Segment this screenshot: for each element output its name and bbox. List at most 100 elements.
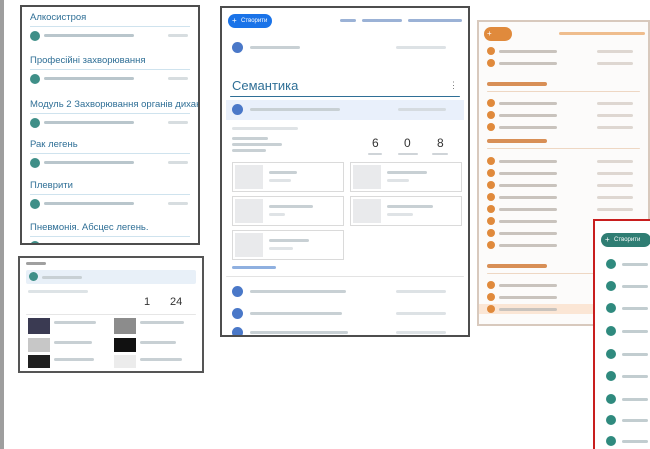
create-button[interactable]: +: [484, 27, 512, 41]
material-thumbnail[interactable]: [114, 338, 136, 352]
attachment-card[interactable]: [232, 230, 344, 260]
create-button[interactable]: + Створити: [228, 14, 272, 28]
material-thumbnail[interactable]: [114, 355, 136, 368]
item-date: [168, 202, 188, 205]
module-section: Плеврити: [22, 180, 198, 214]
assignment-icon: [606, 326, 616, 336]
more-icon[interactable]: ⋮: [449, 80, 458, 91]
item-date: [597, 196, 633, 199]
list-item[interactable]: [479, 156, 648, 166]
module-title[interactable]: Рак легень: [30, 139, 78, 150]
assignment-icon: [606, 281, 616, 291]
header-link[interactable]: [340, 19, 356, 22]
list-item[interactable]: [595, 302, 650, 314]
stream-announcement[interactable]: [26, 270, 196, 284]
list-item[interactable]: [228, 38, 462, 58]
header-link[interactable]: [408, 19, 462, 22]
list-item[interactable]: [479, 122, 648, 132]
list-item[interactable]: [479, 58, 648, 68]
list-item[interactable]: [479, 98, 648, 108]
module-item[interactable]: [22, 30, 198, 44]
item-title: [499, 172, 557, 175]
divider: [226, 276, 464, 277]
item-title: [622, 419, 648, 422]
list-item[interactable]: [595, 348, 650, 360]
item-title: [250, 46, 300, 49]
material-thumbnail[interactable]: [28, 318, 50, 334]
assignment-icon: [232, 308, 243, 319]
count-caption: [432, 153, 448, 155]
module-divider: [30, 236, 190, 237]
instruction-line: [232, 149, 266, 152]
assignment-icon: [232, 327, 243, 335]
list-item[interactable]: [595, 280, 650, 292]
module-title[interactable]: Професійні захворювання: [30, 55, 146, 66]
material-thumbnail[interactable]: [114, 318, 136, 334]
material-thumbnail[interactable]: [28, 355, 50, 368]
attachment-card[interactable]: [232, 162, 344, 192]
assignment-icon: [487, 181, 495, 189]
header-link[interactable]: [362, 19, 402, 22]
list-item[interactable]: [479, 192, 648, 202]
attachment-card[interactable]: [350, 162, 462, 192]
assignment-icon: [487, 47, 495, 55]
module-item[interactable]: [22, 157, 198, 171]
module-title[interactable]: Пневмонія. Абсцес легень.: [30, 222, 149, 233]
assignment-icon: [606, 259, 616, 269]
selected-item[interactable]: [226, 100, 464, 120]
list-item[interactable]: [595, 370, 650, 382]
list-item[interactable]: [479, 168, 648, 178]
file-type: [269, 179, 291, 182]
header-links[interactable]: [559, 32, 645, 35]
list-item[interactable]: [228, 306, 462, 322]
material-thumbnail[interactable]: [28, 338, 50, 352]
list-item[interactable]: [228, 284, 462, 300]
count-caption: [368, 153, 382, 155]
avatar: [29, 272, 38, 281]
list-item[interactable]: [595, 435, 650, 447]
list-item[interactable]: [595, 393, 650, 405]
item-title: [499, 308, 557, 311]
module-section: Професійні захворювання: [22, 55, 198, 89]
item-title: [499, 244, 557, 247]
module-item[interactable]: [22, 240, 198, 243]
assignment-icon: [30, 118, 40, 128]
plus-icon: +: [605, 235, 610, 244]
item-title: [622, 330, 648, 333]
item-title: [622, 398, 648, 401]
module-title[interactable]: Модуль 2 Захворювання органів дихання: [30, 99, 198, 110]
list-item[interactable]: [228, 326, 462, 335]
list-item[interactable]: [595, 325, 650, 337]
module-item[interactable]: [22, 198, 198, 212]
module-divider: [30, 153, 190, 154]
assignment-icon: [487, 193, 495, 201]
list-item[interactable]: [595, 414, 650, 426]
item-date: [597, 172, 633, 175]
list-item[interactable]: [479, 110, 648, 120]
item-date: [597, 208, 633, 211]
file-type: [269, 213, 285, 216]
attachment-card[interactable]: [350, 196, 462, 226]
list-item[interactable]: [595, 258, 650, 270]
modules-panel: Алкосистроя Професійні захворювання Модуль…: [20, 5, 200, 245]
file-title: [269, 205, 313, 208]
module-title[interactable]: Плеврити: [30, 180, 73, 191]
material-title: [54, 341, 92, 344]
create-button[interactable]: + Створити: [601, 233, 650, 247]
module-title[interactable]: Алкосистроя: [30, 12, 86, 23]
list-item[interactable]: [479, 180, 648, 190]
highlighted-topic-panel: + Створити: [593, 219, 650, 449]
item-date: [396, 290, 446, 293]
list-item[interactable]: [479, 46, 648, 56]
item-title: [499, 232, 557, 235]
assignment-icon: [487, 229, 495, 237]
module-section: Модуль 2 Захворювання органів дихання: [22, 99, 198, 133]
attachment-card[interactable]: [232, 196, 344, 226]
list-item[interactable]: [479, 204, 648, 214]
module-item[interactable]: [22, 117, 198, 131]
module-item[interactable]: [22, 73, 198, 87]
assignment-icon: [487, 99, 495, 107]
item-title: [44, 77, 134, 80]
item-title: [622, 307, 648, 310]
view-material-link[interactable]: [232, 266, 276, 269]
